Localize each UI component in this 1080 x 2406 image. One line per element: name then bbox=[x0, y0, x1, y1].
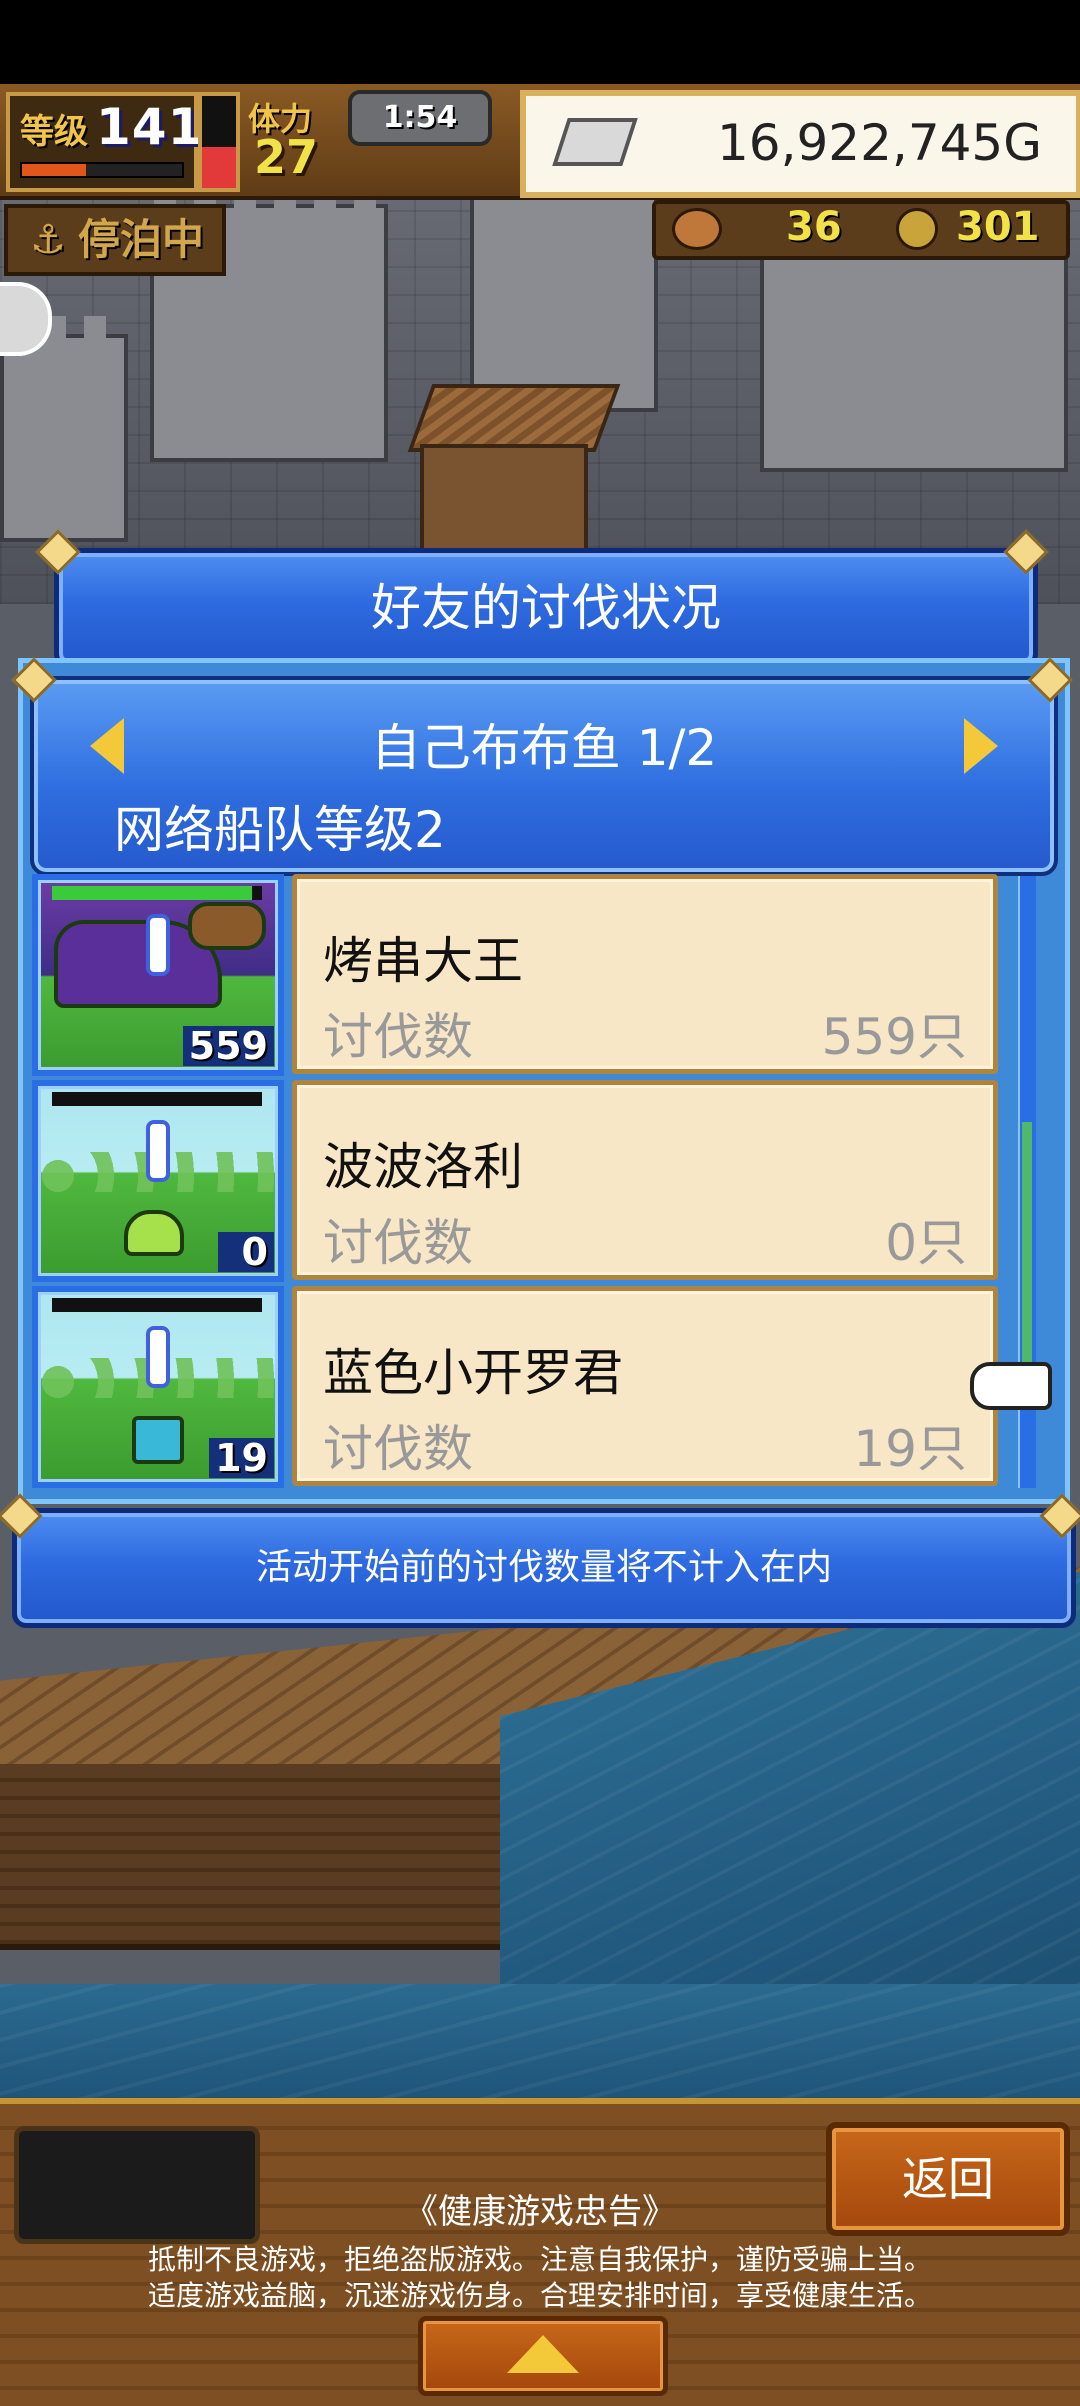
kill-count-badge: 559 bbox=[182, 1026, 274, 1066]
up-arrow-icon bbox=[507, 2335, 579, 2373]
hunt-list[interactable]: 559 烤串大王 讨伐数 559只 0 波波洛利 讨伐数 0只 19 蓝色小开罗… bbox=[30, 870, 1048, 1490]
kill-count: 19只 bbox=[853, 1420, 967, 1478]
notice-text: 活动开始前的讨伐数量将不计入在内 bbox=[255, 1547, 832, 1588]
fleet-level: 网络船队等级2 bbox=[114, 801, 446, 859]
slime-monster-icon bbox=[124, 1210, 184, 1256]
monster-thumbnail: 0 bbox=[32, 1080, 284, 1282]
hut bbox=[420, 444, 588, 562]
mooring-status[interactable]: ⚓ 停泊中 bbox=[4, 204, 226, 276]
friend-header: 自己布布鱼 1/2 网络船队等级2 bbox=[30, 676, 1058, 876]
kill-label: 讨伐数 bbox=[323, 1214, 473, 1272]
mooring-label: 停泊中 bbox=[78, 215, 205, 264]
monster-name: 波波洛利 bbox=[323, 1138, 523, 1196]
stamina-value: 27 bbox=[254, 130, 319, 184]
dialog-title: 好友的讨伐状况 bbox=[371, 579, 721, 637]
silver-bar-icon bbox=[552, 118, 638, 166]
kill-count-badge: 19 bbox=[209, 1438, 274, 1478]
kill-count-badge: 0 bbox=[218, 1232, 274, 1272]
hut-roof bbox=[407, 384, 621, 452]
friend-group-title: 自己布布鱼 1/2 bbox=[370, 719, 718, 777]
monster-card: 波波洛利 讨伐数 0只 bbox=[292, 1080, 998, 1280]
resource-box: 36 301 bbox=[652, 200, 1070, 260]
stamina-gauge-fill bbox=[202, 146, 236, 188]
stamina-box: 体力 27 bbox=[244, 92, 354, 184]
hp-bar bbox=[52, 1092, 262, 1106]
kill-count: 559只 bbox=[821, 1008, 967, 1066]
hp-bar bbox=[52, 886, 262, 900]
sea bbox=[0, 1984, 1080, 2100]
monster-name: 蓝色小开罗君 bbox=[323, 1344, 623, 1402]
list-item[interactable]: 559 烤串大王 讨伐数 559只 bbox=[30, 870, 1030, 1076]
exp-bar bbox=[20, 162, 184, 178]
health-advice-line-1: 抵制不良游戏，拒绝盗版游戏。注意自我保护，谨防受骗上当。 bbox=[147, 2243, 932, 2276]
resource-2-value: 301 bbox=[956, 204, 1040, 250]
level-value: 141 bbox=[96, 98, 204, 156]
monster-card: 蓝色小开罗君 讨伐数 19只 bbox=[292, 1286, 998, 1486]
exclamation-icon bbox=[146, 914, 170, 976]
castle-tower bbox=[0, 316, 128, 542]
monster-name: 烤串大王 bbox=[323, 932, 523, 990]
next-arrow-icon[interactable] bbox=[964, 718, 998, 774]
blue-kairo-monster-icon bbox=[132, 1416, 184, 1464]
health-advice-line-2: 适度游戏益脑，沉迷游戏伤身。合理安排时间，享受健康生活。 bbox=[147, 2279, 932, 2312]
level-box: 等级 141 bbox=[6, 92, 202, 192]
health-advice-title: 《健康游戏忠告》 bbox=[404, 2192, 676, 2232]
hp-bar bbox=[52, 1298, 262, 1312]
money-box: 16,922,745G bbox=[520, 90, 1080, 198]
money-value: 16,922,745G bbox=[716, 114, 1042, 172]
monster-card: 烤串大王 讨伐数 559只 bbox=[292, 874, 998, 1074]
list-item[interactable]: 0 波波洛利 讨伐数 0只 bbox=[30, 1076, 1030, 1282]
food-icon bbox=[672, 208, 722, 250]
scrollbar-thumb[interactable] bbox=[1022, 1122, 1032, 1383]
notice-panel: 活动开始前的讨伐数量将不计入在内 bbox=[12, 1508, 1076, 1628]
dialog-title-bar: 好友的讨伐状况 bbox=[54, 548, 1038, 668]
expand-menu-button[interactable] bbox=[418, 2316, 668, 2396]
exclamation-icon bbox=[146, 1120, 170, 1182]
monster-thumbnail: 19 bbox=[32, 1286, 284, 1488]
stamina-gauge bbox=[198, 92, 240, 192]
stamina-timer: 1:54 bbox=[348, 90, 492, 146]
medal-icon bbox=[896, 208, 938, 250]
resource-1-value: 36 bbox=[786, 204, 842, 250]
hat-icon bbox=[188, 902, 266, 950]
hp-bar-fill bbox=[52, 886, 252, 900]
pointing-hand-icon bbox=[970, 1362, 1052, 1410]
kill-label: 讨伐数 bbox=[323, 1008, 473, 1066]
kill-count: 0只 bbox=[885, 1214, 967, 1272]
exclamation-icon bbox=[146, 1326, 170, 1388]
monster-thumbnail: 559 bbox=[32, 874, 284, 1076]
list-item[interactable]: 19 蓝色小开罗君 讨伐数 19只 bbox=[30, 1282, 1030, 1488]
exp-bar-fill bbox=[22, 164, 86, 176]
level-label: 等级 bbox=[20, 112, 88, 152]
anchor-icon: ⚓ bbox=[30, 217, 66, 263]
kill-label: 讨伐数 bbox=[323, 1420, 473, 1478]
